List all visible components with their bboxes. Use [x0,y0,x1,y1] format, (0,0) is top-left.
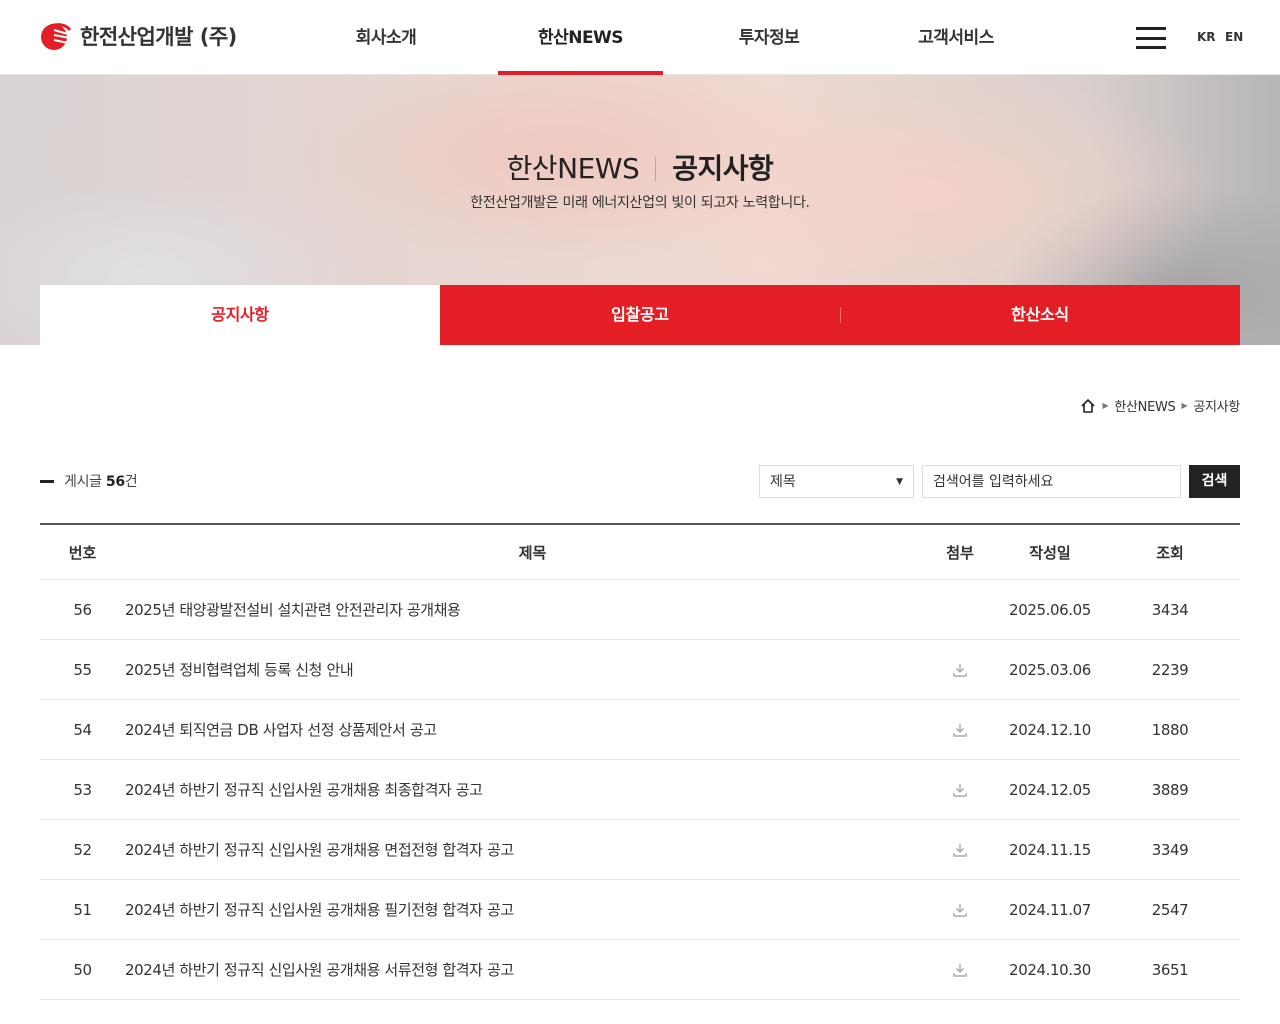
table-row[interactable]: 51 2024년 하반기 정규직 신입사원 공개채용 필기전형 합격자 공고 202… [40,880,1240,940]
col-title: 제목 [518,543,547,562]
row-attachment [940,902,980,918]
lang-en[interactable]: EN [1225,30,1243,44]
row-title-link[interactable]: 2024년 하반기 정규직 신입사원 공개채용 최종합격자 공고 [125,779,940,800]
row-views: 3349 [1151,840,1189,859]
row-number: 52 [73,840,92,859]
nav-item-news[interactable]: 한산NEWS [498,0,663,75]
col-views: 조회 [1156,543,1184,562]
row-attachment [940,962,980,978]
row-views: 3651 [1151,960,1189,979]
row-views: 2547 [1151,900,1189,919]
row-date: 2025.03.06 [1009,660,1091,679]
chevron-right-icon: ▶ [1181,401,1188,410]
home-icon[interactable] [1080,398,1096,414]
row-number: 56 [73,600,92,619]
post-count: 게시글 56건 [40,471,138,491]
board-search: 제목 ▼ 검색어를 입력하세요 검색 [759,465,1240,498]
search-button[interactable]: 검색 [1189,465,1240,498]
notice-table: 번호 제목 첨부 작성일 조회 56 2025년 태양광발전설비 설치관련 안전관… [40,523,1240,1000]
download-icon[interactable] [952,902,968,918]
row-attachment [940,842,980,858]
table-body: 56 2025년 태양광발전설비 설치관련 안전관리자 공개채용 2025.06.0… [40,580,1240,1000]
post-count-label: 게시글 [64,474,102,490]
dash-icon [40,479,54,483]
search-field-value: 제목 [770,474,796,490]
row-title-link[interactable]: 2025년 태양광발전설비 설치관련 안전관리자 공개채용 [125,599,940,620]
row-title-link[interactable]: 2024년 퇴직연금 DB 사업자 선정 상품제안서 공고 [125,719,940,740]
row-number: 53 [73,780,92,799]
company-logo[interactable]: 한전산업개발 (주) [40,20,237,52]
table-row[interactable]: 52 2024년 하반기 정규직 신입사원 공개채용 면접전형 합격자 공고 202… [40,820,1240,880]
row-title-link[interactable]: 2024년 하반기 정규직 신입사원 공개채용 서류전형 합격자 공고 [125,959,940,980]
row-attachment [940,782,980,798]
chevron-right-icon: ▶ [1102,401,1109,410]
search-input[interactable]: 검색어를 입력하세요 [922,465,1181,498]
breadcrumb-current[interactable]: 공지사항 [1193,396,1240,415]
hero-title: 한산NEWS 공지사항 [0,147,1280,187]
row-date: 2024.12.05 [1009,780,1091,799]
row-title-link[interactable]: 2025년 정비협력업체 등록 신청 안내 [125,659,940,680]
row-views: 3889 [1151,780,1189,799]
col-number: 번호 [68,543,97,562]
download-icon[interactable] [952,662,968,678]
row-title-link[interactable]: 2024년 하반기 정규직 신입사원 공개채용 면접전형 합격자 공고 [125,839,940,860]
table-row[interactable]: 55 2025년 정비협력업체 등록 신청 안내 2025.03.06 2239 [40,640,1240,700]
menu-hamburger-icon[interactable] [1136,27,1166,49]
download-icon[interactable] [952,722,968,738]
lang-kr[interactable]: KR [1197,30,1216,44]
breadcrumb: ▶ 한산NEWS ▶ 공지사항 [1080,396,1240,415]
row-title-link[interactable]: 2024년 하반기 정규직 신입사원 공개채용 필기전형 합격자 공고 [125,899,940,920]
tab-notice[interactable]: 공지사항 [40,285,440,345]
row-number: 54 [73,720,92,739]
row-attachment [940,722,980,738]
post-count-value: 56 [105,474,125,490]
nav-item-invest[interactable]: 투자정보 [709,0,829,75]
row-number: 51 [73,900,92,919]
table-header: 번호 제목 첨부 작성일 조회 [40,525,1240,580]
row-attachment [940,662,980,678]
sub-tabs: 공지사항 입찰공고 한산소식 [40,285,1240,345]
tab-bid[interactable]: 입찰공고 [440,285,840,345]
download-icon[interactable] [952,782,968,798]
row-views: 2239 [1151,660,1189,679]
logo-mark-icon [41,23,72,50]
col-attachment: 첨부 [946,543,974,562]
hero-title-section: 한산NEWS [506,152,640,185]
post-count-unit: 건 [124,474,138,490]
nav-item-customer[interactable]: 고객서비스 [896,0,1016,75]
download-icon[interactable] [952,842,968,858]
hero-title-divider [655,157,657,181]
row-number: 55 [73,660,92,679]
breadcrumb-section[interactable]: 한산NEWS [1114,396,1175,415]
row-date: 2024.10.30 [1009,960,1091,979]
logo-text: 한전산업개발 (주) [80,25,237,49]
row-views: 3434 [1151,600,1189,619]
row-number: 50 [73,960,92,979]
row-date: 2024.11.15 [1009,840,1091,859]
site-header: 한전산업개발 (주) 회사소개 한산NEWS 투자정보 고객서비스 KR EN [0,0,1280,75]
col-date: 작성일 [1029,543,1071,562]
download-icon[interactable] [952,962,968,978]
row-date: 2025.06.05 [1009,600,1091,619]
table-row[interactable]: 56 2025년 태양광발전설비 설치관련 안전관리자 공개채용 2025.06.0… [40,580,1240,640]
search-field-select[interactable]: 제목 ▼ [759,465,914,498]
table-row[interactable]: 53 2024년 하반기 정규직 신입사원 공개채용 최종합격자 공고 2024.1… [40,760,1240,820]
row-views: 1880 [1151,720,1189,739]
hero-subtitle: 한전산업개발은 미래 에너지산업의 빛이 되고자 노력합니다. [470,195,810,211]
row-date: 2024.11.07 [1009,900,1091,919]
table-row[interactable]: 54 2024년 퇴직연금 DB 사업자 선정 상품제안서 공고 2024.12.1… [40,700,1240,760]
nav-item-company[interactable]: 회사소개 [326,0,446,75]
table-row[interactable]: 50 2024년 하반기 정규직 신입사원 공개채용 서류전형 합격자 공고 202… [40,940,1240,1000]
hero-title-page: 공지사항 [672,152,774,185]
caret-down-icon: ▼ [896,477,903,487]
row-date: 2024.12.10 [1009,720,1091,739]
tab-news[interactable]: 한산소식 [840,285,1240,345]
